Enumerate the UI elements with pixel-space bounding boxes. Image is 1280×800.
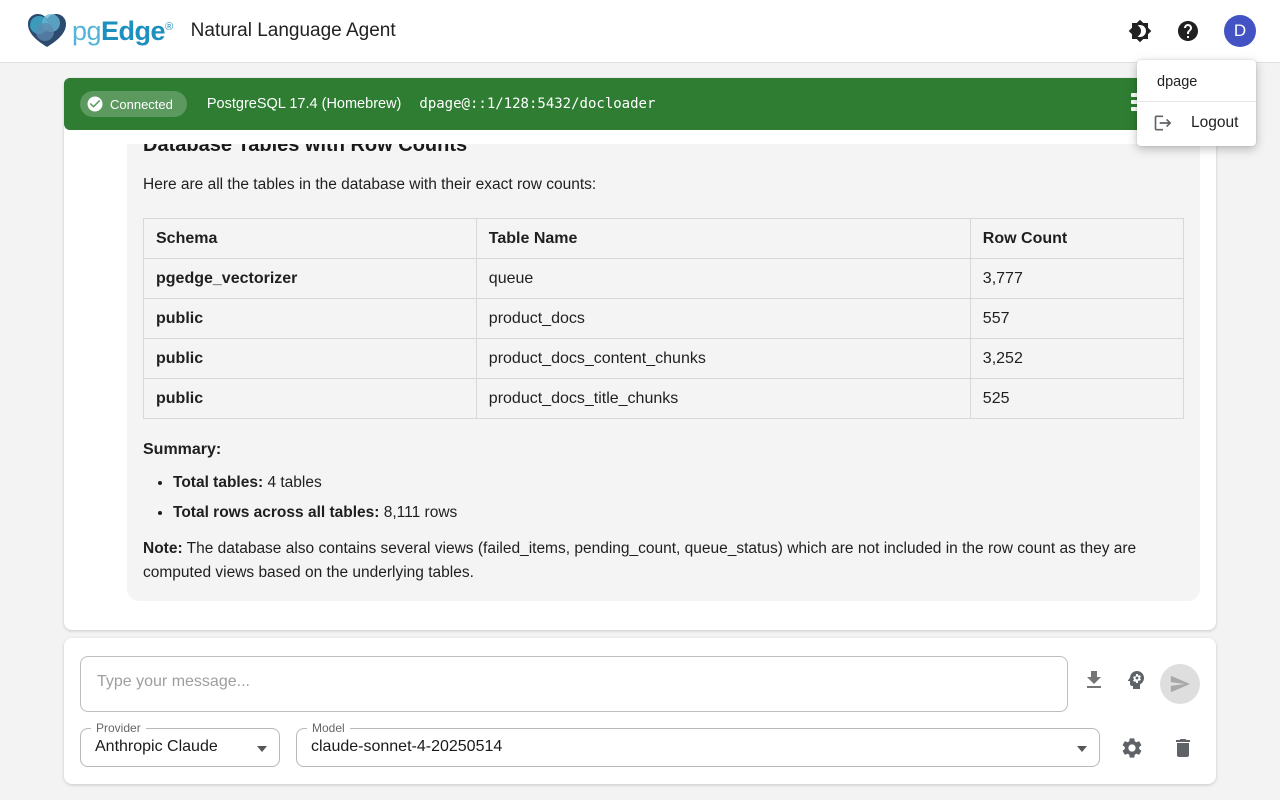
send-button[interactable] [1160, 664, 1200, 704]
col-header-schema: Schema [144, 219, 477, 259]
table-row: public product_docs_title_chunks 525 [144, 379, 1184, 419]
username-label: dpage [1137, 66, 1256, 102]
composer-panel: Provider Anthropic Claude Model claude-s… [64, 638, 1216, 784]
clear-chat-button[interactable] [1171, 736, 1195, 760]
pgedge-wordmark: pgEdge® [72, 16, 173, 47]
model-select[interactable]: Model claude-sonnet-4-20250514 [296, 728, 1100, 767]
pgedge-logo-icon [24, 11, 70, 51]
settings-button[interactable] [1120, 736, 1144, 760]
header-actions: D [1128, 15, 1256, 47]
help-icon [1176, 19, 1200, 43]
provider-select[interactable]: Provider Anthropic Claude [80, 728, 280, 767]
download-icon [1082, 668, 1106, 692]
model-label: Model [307, 721, 350, 735]
logout-icon [1153, 113, 1173, 133]
col-header-row-count: Row Count [970, 219, 1183, 259]
summary-list: Total tables: 4 tables Total rows across… [173, 473, 1184, 523]
chevron-down-icon [1077, 746, 1087, 752]
gear-icon [1120, 736, 1144, 760]
cell-row-count: 525 [970, 379, 1183, 419]
message-note: Note: The database also contains several… [143, 537, 1184, 585]
table-row: pgedge_vectorizer queue 3,777 [144, 259, 1184, 299]
list-item: Total tables: 4 tables [173, 473, 1184, 493]
cell-schema: public [144, 379, 477, 419]
message-input[interactable] [80, 656, 1068, 712]
table-header-row: Schema Table Name Row Count [144, 219, 1184, 259]
row-count-table: Schema Table Name Row Count pgedge_vecto… [143, 218, 1184, 419]
table-row: public product_docs 557 [144, 299, 1184, 339]
help-button[interactable] [1176, 19, 1200, 43]
connected-badge: Connected [80, 91, 187, 117]
cell-table-name: queue [476, 259, 970, 299]
page-title: Natural Language Agent [191, 20, 396, 42]
cell-table-name: product_docs [476, 299, 970, 339]
psychology-icon [1124, 668, 1148, 692]
cell-table-name: product_docs_title_chunks [476, 379, 970, 419]
cell-table-name: product_docs_content_chunks [476, 339, 970, 379]
messages-scroll-area[interactable]: Database Tables with Row Counts Here are… [64, 144, 1216, 630]
assistant-message: Database Tables with Row Counts Here are… [127, 144, 1200, 601]
pgedge-logo: pgEdge® [24, 11, 173, 51]
cell-schema: public [144, 339, 477, 379]
brightness-icon [1128, 19, 1152, 43]
logout-label: Logout [1191, 114, 1238, 132]
thinking-mode-button[interactable] [1124, 668, 1148, 692]
message-intro: Here are all the tables in the database … [143, 174, 1184, 196]
chevron-down-icon [257, 746, 267, 752]
app-header: pgEdge® Natural Language Agent D [0, 0, 1280, 63]
cell-row-count: 557 [970, 299, 1183, 339]
model-value: claude-sonnet-4-20250514 [311, 738, 502, 756]
table-row: public product_docs_content_chunks 3,252 [144, 339, 1184, 379]
list-item: Total rows across all tables: 8,111 rows [173, 503, 1184, 523]
chat-panel: Connected PostgreSQL 17.4 (Homebrew) dpa… [64, 78, 1216, 630]
message-heading: Database Tables with Row Counts [143, 144, 1184, 158]
logout-menu-item[interactable]: Logout [1137, 102, 1256, 146]
cell-schema: public [144, 299, 477, 339]
provider-label: Provider [91, 721, 146, 735]
summary-heading: Summary: [143, 441, 1184, 459]
connection-status-bar: Connected PostgreSQL 17.4 (Homebrew) dpa… [64, 78, 1216, 130]
cell-row-count: 3,252 [970, 339, 1183, 379]
check-circle-icon [86, 95, 104, 113]
col-header-table-name: Table Name [476, 219, 970, 259]
user-dropdown-menu: dpage Logout [1137, 60, 1256, 146]
user-avatar[interactable]: D [1224, 15, 1256, 47]
trash-icon [1171, 736, 1195, 760]
server-version-label: PostgreSQL 17.4 (Homebrew) [207, 96, 402, 112]
send-icon [1169, 673, 1191, 695]
download-button[interactable] [1082, 668, 1106, 692]
provider-value: Anthropic Claude [95, 738, 218, 756]
connection-string: dpage@::1/128:5432/docloader [419, 96, 655, 112]
connected-badge-label: Connected [110, 97, 173, 112]
cell-schema: pgedge_vectorizer [144, 259, 477, 299]
theme-toggle-button[interactable] [1128, 19, 1152, 43]
cell-row-count: 3,777 [970, 259, 1183, 299]
